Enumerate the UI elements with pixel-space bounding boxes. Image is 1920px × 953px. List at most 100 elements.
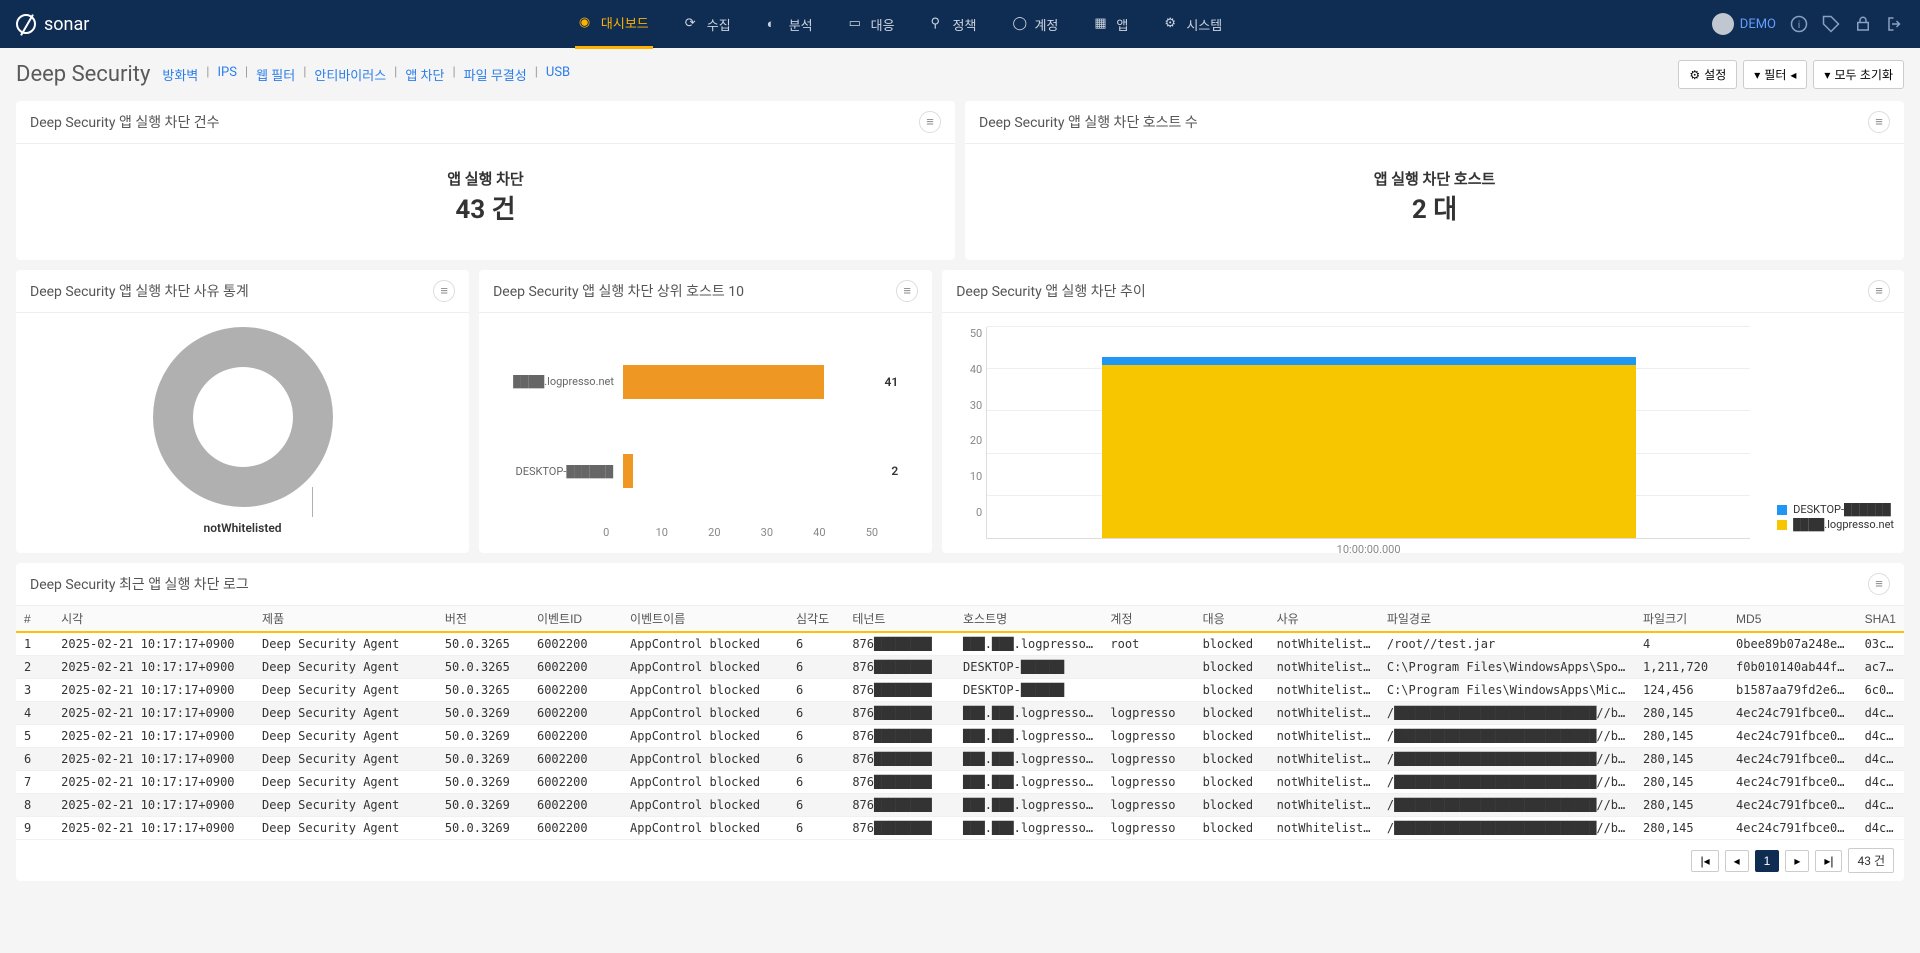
bar-track bbox=[623, 448, 875, 494]
table-row[interactable]: 92025-02-21 10:17:17+0900Deep Security A… bbox=[16, 817, 1904, 840]
panel-menu-icon[interactable]: ≡ bbox=[1868, 573, 1890, 595]
table-scroll[interactable]: #시각제품버전이벤트ID이벤트이름심각도테넌트호스트명계정대응사유파일경로파일크… bbox=[16, 606, 1904, 840]
column-header[interactable]: 이벤트ID bbox=[529, 606, 622, 632]
page-number-button[interactable]: 1 bbox=[1755, 850, 1780, 872]
logout-icon[interactable] bbox=[1886, 15, 1904, 33]
legend-item[interactable]: DESKTOP-██████ bbox=[1777, 503, 1894, 516]
metric-label: 앱 실행 차단 호스트 bbox=[965, 168, 1904, 189]
nav-item-4[interactable]: ⚲정책 bbox=[927, 0, 981, 49]
info-icon[interactable]: i bbox=[1790, 15, 1808, 33]
bar-category: DESKTOP-██████ bbox=[513, 465, 613, 478]
brand-logo[interactable]: sonar bbox=[16, 14, 89, 35]
nav-item-2[interactable]: ◐분석 bbox=[763, 0, 817, 49]
column-header[interactable]: 이벤트이름 bbox=[622, 606, 788, 632]
page-controls: ⚙ 설정 ▾ 필터 ◂ ▾ 모두 초기화 bbox=[1678, 60, 1904, 89]
panel-log-table: Deep Security 최근 앱 실행 차단 로그 ≡ #시각제품버전이벤트… bbox=[16, 563, 1904, 881]
column-header[interactable]: 파일크기 bbox=[1635, 606, 1728, 632]
column-header[interactable]: 버전 bbox=[437, 606, 529, 632]
column-header[interactable]: # bbox=[16, 606, 53, 632]
nav-item-0[interactable]: ◉대시보드 bbox=[575, 0, 653, 49]
subnav-link[interactable]: 앱 차단 bbox=[405, 65, 444, 84]
panel-menu-icon[interactable]: ≡ bbox=[1868, 111, 1890, 133]
lock-icon[interactable] bbox=[1854, 15, 1872, 33]
subnav-link[interactable]: IPS bbox=[217, 65, 236, 84]
column-header[interactable]: 사유 bbox=[1269, 606, 1379, 632]
table-cell: Deep Security Agent bbox=[254, 794, 437, 817]
table-cell: 876████████ bbox=[844, 725, 955, 748]
metric-value: 2 대 bbox=[965, 189, 1904, 226]
table-cell: /████████████████████████████//bundle.ja bbox=[1379, 725, 1635, 748]
page-first-button[interactable]: |◂ bbox=[1691, 850, 1718, 872]
table-row[interactable]: 22025-02-21 10:17:17+0900Deep Security A… bbox=[16, 656, 1904, 679]
nav-item-5[interactable]: ◯계정 bbox=[1008, 0, 1062, 49]
nav-item-6[interactable]: ▦앱 bbox=[1090, 0, 1132, 49]
table-row[interactable]: 32025-02-21 10:17:17+0900Deep Security A… bbox=[16, 679, 1904, 702]
total-count: 43 건 bbox=[1848, 848, 1894, 873]
table-cell: Deep Security Agent bbox=[254, 702, 437, 725]
axis-tick: 40 bbox=[813, 526, 866, 539]
table-row[interactable]: 62025-02-21 10:17:17+0900Deep Security A… bbox=[16, 748, 1904, 771]
panel-block-hosts: Deep Security 앱 실행 차단 호스트 수 ≡ 앱 실행 차단 호스… bbox=[965, 101, 1904, 260]
axis-tick: 20 bbox=[708, 526, 761, 539]
subnav-link[interactable]: 안티바이러스 bbox=[314, 65, 386, 84]
table-cell: AppControl blocked bbox=[622, 632, 788, 656]
table-row[interactable]: 52025-02-21 10:17:17+0900Deep Security A… bbox=[16, 725, 1904, 748]
table-row[interactable]: 42025-02-21 10:17:17+0900Deep Security A… bbox=[16, 702, 1904, 725]
gear-icon: ⚙ bbox=[1689, 68, 1700, 82]
table-cell: ███.███.logpresso.net bbox=[955, 794, 1102, 817]
panel-trend-area: Deep Security 앱 실행 차단 추이 ≡ 50403020100 1… bbox=[942, 270, 1904, 553]
table-cell: 50.0.3265 bbox=[437, 679, 529, 702]
nav-item-7[interactable]: ⚙시스템 bbox=[1160, 0, 1226, 49]
page-next-button[interactable]: ▸ bbox=[1785, 850, 1809, 872]
panel-title: Deep Security 앱 실행 차단 추이 bbox=[956, 281, 1146, 301]
subnav-link[interactable]: 웹 필터 bbox=[256, 65, 295, 84]
table-cell: 124,456 bbox=[1635, 679, 1728, 702]
table-row[interactable]: 72025-02-21 10:17:17+0900Deep Security A… bbox=[16, 771, 1904, 794]
table-cell: DESKTOP-██████ bbox=[955, 656, 1102, 679]
column-header[interactable]: 제품 bbox=[254, 606, 437, 632]
subnav-link[interactable]: 방화벽 bbox=[162, 65, 198, 84]
page-last-button[interactable]: ▸| bbox=[1815, 850, 1842, 872]
nav-item-3[interactable]: ▭대응 bbox=[845, 0, 899, 49]
tag-icon[interactable] bbox=[1822, 15, 1840, 33]
table-cell: blocked bbox=[1195, 794, 1269, 817]
column-header[interactable]: 시각 bbox=[53, 606, 254, 632]
settings-button[interactable]: ⚙ 설정 bbox=[1678, 60, 1737, 89]
column-header[interactable]: 대응 bbox=[1195, 606, 1269, 632]
filter-button[interactable]: ▾ 필터 ◂ bbox=[1743, 60, 1807, 89]
subnav-link[interactable]: 파일 무결성 bbox=[464, 65, 527, 84]
table-row[interactable]: 12025-02-21 10:17:17+0900Deep Security A… bbox=[16, 632, 1904, 656]
bar-row: ████.logpresso.net41 bbox=[513, 359, 898, 405]
table-cell: d4c73d9c2c0839168b171d9e99ed16e bbox=[1857, 771, 1904, 794]
table-cell: ███.███.logpresso.net bbox=[955, 817, 1102, 840]
panel-menu-icon[interactable]: ≡ bbox=[433, 280, 455, 302]
table-cell: AppControl blocked bbox=[622, 679, 788, 702]
panel-menu-icon[interactable]: ≡ bbox=[1868, 280, 1890, 302]
nav-item-1[interactable]: ⟳수집 bbox=[681, 0, 735, 49]
table-cell: 2 bbox=[16, 656, 53, 679]
table-cell: notWhitelisted bbox=[1269, 702, 1379, 725]
column-header[interactable]: MD5 bbox=[1728, 606, 1857, 632]
reset-button[interactable]: ▾ 모두 초기화 bbox=[1813, 60, 1904, 89]
subnav-link[interactable]: USB bbox=[546, 65, 570, 84]
column-header[interactable]: SHA1 bbox=[1857, 606, 1904, 632]
panel-menu-icon[interactable]: ≡ bbox=[919, 111, 941, 133]
table-cell: 2025-02-21 10:17:17+0900 bbox=[53, 679, 254, 702]
table-cell: 280,145 bbox=[1635, 771, 1728, 794]
panel-menu-icon[interactable]: ≡ bbox=[896, 280, 918, 302]
page-prev-button[interactable]: ◂ bbox=[1725, 850, 1749, 872]
column-header[interactable]: 호스트명 bbox=[955, 606, 1102, 632]
column-header[interactable]: 파일경로 bbox=[1379, 606, 1635, 632]
column-header[interactable]: 테넌트 bbox=[844, 606, 955, 632]
top-navbar: sonar ◉대시보드 ⟳수집 ◐분석 ▭대응 ⚲정책 ◯계정 ▦앱 ⚙시스템 DEMO i bbox=[0, 0, 1920, 48]
table-row[interactable]: 82025-02-21 10:17:17+0900Deep Security A… bbox=[16, 794, 1904, 817]
nav-label: 앱 bbox=[1116, 15, 1128, 34]
table-cell: 4 bbox=[16, 702, 53, 725]
column-header[interactable]: 계정 bbox=[1102, 606, 1194, 632]
user-chip[interactable]: DEMO bbox=[1712, 13, 1776, 35]
table-cell: d4c73d9c2c0839168b171d9e99ed16e bbox=[1857, 748, 1904, 771]
table-cell: 876████████ bbox=[844, 794, 955, 817]
column-header[interactable]: 심각도 bbox=[788, 606, 844, 632]
svg-text:i: i bbox=[1798, 18, 1801, 31]
legend-item[interactable]: ████.logpresso.net bbox=[1777, 518, 1894, 531]
